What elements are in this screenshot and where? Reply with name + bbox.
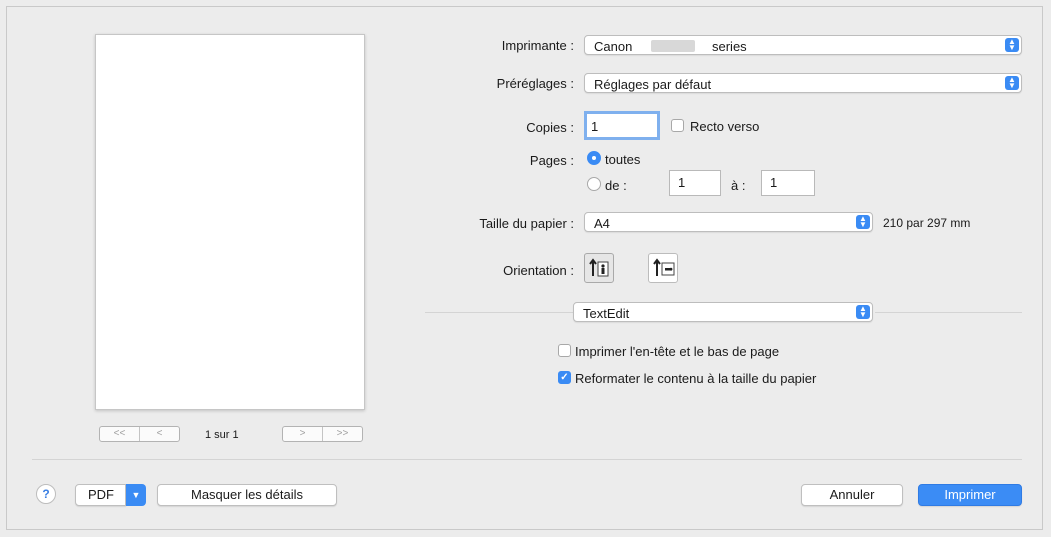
pages-from-value: 1 [678,175,686,190]
copies-label: Copies : [526,120,574,135]
app-options-popup[interactable]: TextEdit ▲ ▼ [573,302,873,322]
paper-size-popup[interactable]: A4 ▲ ▼ [584,212,873,232]
last-page-button[interactable]: >> [322,427,362,441]
pages-to-input[interactable]: 1 [761,170,815,196]
preview-forward-buttons: > >> [282,426,363,442]
duplex-checkbox[interactable] [671,119,684,132]
pdf-button[interactable]: PDF [75,484,126,506]
pages-to-value: 1 [770,175,778,190]
copies-input[interactable]: 1 [584,111,660,140]
paper-dimensions: 210 par 297 mm [883,216,971,230]
presets-popup[interactable]: Réglages par défaut ▲ ▼ [584,73,1022,93]
app-options-value: TextEdit [583,306,630,321]
pages-from-input[interactable]: 1 [669,170,721,196]
pdf-menu-chevron-icon[interactable]: ▼ [126,484,146,506]
rewrap-label: Reformater le contenu à la taille du pap… [575,371,817,386]
previous-page-button[interactable]: < [139,427,179,441]
separator-left [425,312,573,313]
pages-all-radio[interactable] [587,151,601,165]
header-footer-label: Imprimer l'en-tête et le bas de page [575,344,780,359]
duplex-label: Recto verso [690,119,760,134]
first-page-button[interactable]: << [100,427,139,441]
hide-details-button[interactable]: Masquer les détails [157,484,337,506]
pages-to-label: à : [731,178,746,193]
paper-size-label: Taille du papier : [479,216,574,231]
print-button[interactable]: Imprimer [918,484,1022,506]
footer-separator [32,459,1022,460]
chevron-updown-icon: ▲ ▼ [1005,76,1019,90]
printer-name-suffix: series [712,39,747,54]
portrait-orientation-button[interactable] [584,253,614,283]
help-button[interactable]: ? [36,484,56,504]
chevron-updown-icon: ▲ ▼ [1005,38,1019,52]
printer-popup[interactable]: Canon series ▲ ▼ [584,35,1022,55]
printer-label: Imprimante : [501,38,574,53]
cancel-button[interactable]: Annuler [801,484,903,506]
rewrap-checkbox[interactable]: ✓ [558,371,571,384]
portrait-icon [589,258,609,277]
printer-name-prefix: Canon [594,39,633,54]
landscape-orientation-button[interactable] [648,253,678,283]
page-preview [95,34,365,410]
presets-label: Préréglages : [496,76,574,91]
separator-right [875,312,1022,313]
orientation-label: Orientation : [503,263,574,278]
chevron-updown-icon: ▲ ▼ [856,305,870,319]
pages-all-label: toutes [605,152,641,167]
redacted-model [651,40,695,52]
pages-label: Pages : [529,153,574,168]
presets-value: Réglages par défaut [594,77,712,92]
pages-range-radio[interactable] [587,177,601,191]
pages-from-label: de : [605,178,627,193]
preview-back-buttons: << < [99,426,180,442]
page-indicator: 1 sur 1 [205,429,239,441]
header-footer-checkbox[interactable] [558,344,571,357]
paper-size-value: A4 [594,216,610,231]
landscape-icon [653,258,675,276]
chevron-updown-icon: ▲ ▼ [856,215,870,229]
copies-value: 1 [591,119,599,134]
next-page-button[interactable]: > [283,427,322,441]
